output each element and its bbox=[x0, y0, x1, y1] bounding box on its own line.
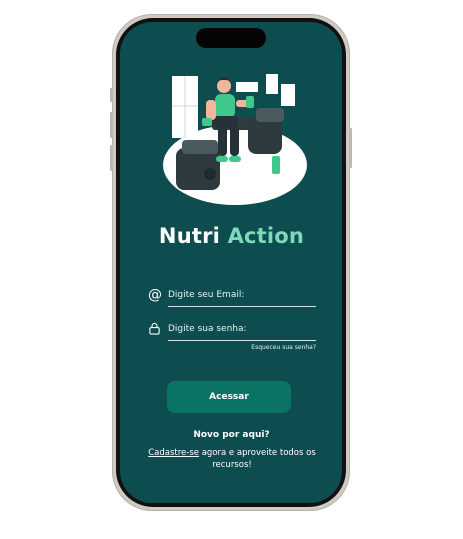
side-button-volume-down bbox=[110, 145, 113, 171]
side-button-power bbox=[349, 128, 352, 168]
signup-text: Cadastre-se agora e aproveite todos os r… bbox=[148, 447, 316, 471]
password-field-group bbox=[148, 318, 316, 342]
forgot-password-link[interactable]: Esqueceu sua senha? bbox=[200, 344, 316, 351]
signup-question: Novo por aqui? bbox=[193, 430, 270, 440]
lock-icon bbox=[149, 322, 160, 335]
email-field-group: @ bbox=[148, 284, 316, 308]
signup-link[interactable]: Cadastre-se bbox=[148, 448, 199, 458]
side-button-volume-up bbox=[110, 112, 113, 138]
at-icon: @ bbox=[148, 287, 162, 303]
app-title-part2: Action bbox=[227, 224, 305, 248]
signup-rest-text: agora e aproveite todos os recursos! bbox=[201, 448, 316, 470]
app-title: Nutri Action bbox=[0, 224, 463, 248]
password-input[interactable] bbox=[168, 318, 316, 341]
login-button[interactable]: Acessar bbox=[167, 381, 291, 413]
app-title-part1: Nutri bbox=[158, 224, 221, 248]
dynamic-island bbox=[196, 28, 266, 48]
email-input[interactable] bbox=[168, 284, 316, 307]
side-button-action bbox=[110, 88, 113, 102]
fitness-illustration bbox=[163, 74, 307, 205]
